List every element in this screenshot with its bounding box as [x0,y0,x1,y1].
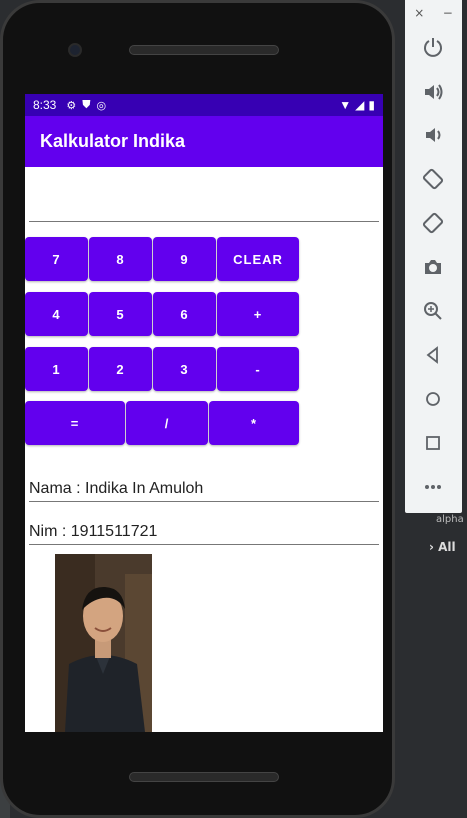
status-time: 8:33 [33,98,57,112]
calculator-display-field[interactable] [29,184,379,222]
overview-icon[interactable] [418,428,448,458]
equals-button[interactable]: = [25,401,125,445]
device-screen: 8:33 ⚙ ⛊ ◎ ▼ ◢ ▮ Kalkulator Indika 7 8 9… [25,94,383,732]
zoom-icon[interactable] [418,296,448,326]
earpiece-speaker [129,45,279,55]
power-icon[interactable] [418,32,448,62]
button-5[interactable]: 5 [89,292,152,336]
button-8[interactable]: 8 [89,237,152,281]
front-camera-icon [68,43,82,57]
nim-field: Nim : 1911511721 [29,521,379,545]
status-bar: 8:33 ⚙ ⛊ ◎ ▼ ◢ ▮ [25,94,383,116]
sync-icon: ◎ [96,99,107,112]
button-2[interactable]: 2 [89,347,152,391]
signal-icon: ◢ [355,98,365,112]
button-9[interactable]: 9 [153,237,216,281]
panel-window-controls: × − [405,0,462,22]
wifi-icon: ▼ [339,98,352,112]
volume-up-icon[interactable] [418,77,448,107]
phone-frame: 8:33 ⚙ ⛊ ◎ ▼ ◢ ▮ Kalkulator Indika 7 8 9… [0,0,395,818]
settings-gear-icon: ⚙ [66,99,77,112]
app-title: Kalkulator Indika [40,131,186,151]
more-icon[interactable] [418,472,448,502]
button-7[interactable]: 7 [25,237,88,281]
profile-photo [55,554,152,732]
close-icon[interactable]: × [414,6,424,22]
minimize-icon[interactable]: − [443,6,453,22]
home-icon[interactable] [418,384,448,414]
nama-field: Nama : Indika In Amuloh [29,478,379,502]
clear-button[interactable]: CLEAR [217,237,299,281]
ide-alpha-text: alpha [436,514,464,525]
shield-icon: ⛊ [82,98,91,111]
camera-icon[interactable] [418,252,448,282]
app-bar: Kalkulator Indika [25,116,383,167]
profile-photo-image [55,554,152,732]
battery-icon: ▮ [368,98,375,112]
ide-all-button[interactable]: › All [429,540,456,554]
bottom-speaker [129,772,279,782]
divide-button[interactable]: / [126,401,208,445]
stage: alpha › All 8:33 ⚙ ⛊ ◎ ▼ ◢ ▮ Kalkulator … [0,0,467,818]
back-icon[interactable] [418,340,448,370]
button-3[interactable]: 3 [153,347,216,391]
rotate-right-icon[interactable] [418,208,448,238]
volume-down-icon[interactable] [418,120,448,150]
minus-button[interactable]: - [217,347,299,391]
button-4[interactable]: 4 [25,292,88,336]
emulator-control-panel: × − [405,0,462,513]
button-1[interactable]: 1 [25,347,88,391]
button-6[interactable]: 6 [153,292,216,336]
rotate-left-icon[interactable] [418,164,448,194]
ide-all-label: All [438,540,456,554]
plus-button[interactable]: + [217,292,299,336]
multiply-button[interactable]: * [209,401,299,445]
